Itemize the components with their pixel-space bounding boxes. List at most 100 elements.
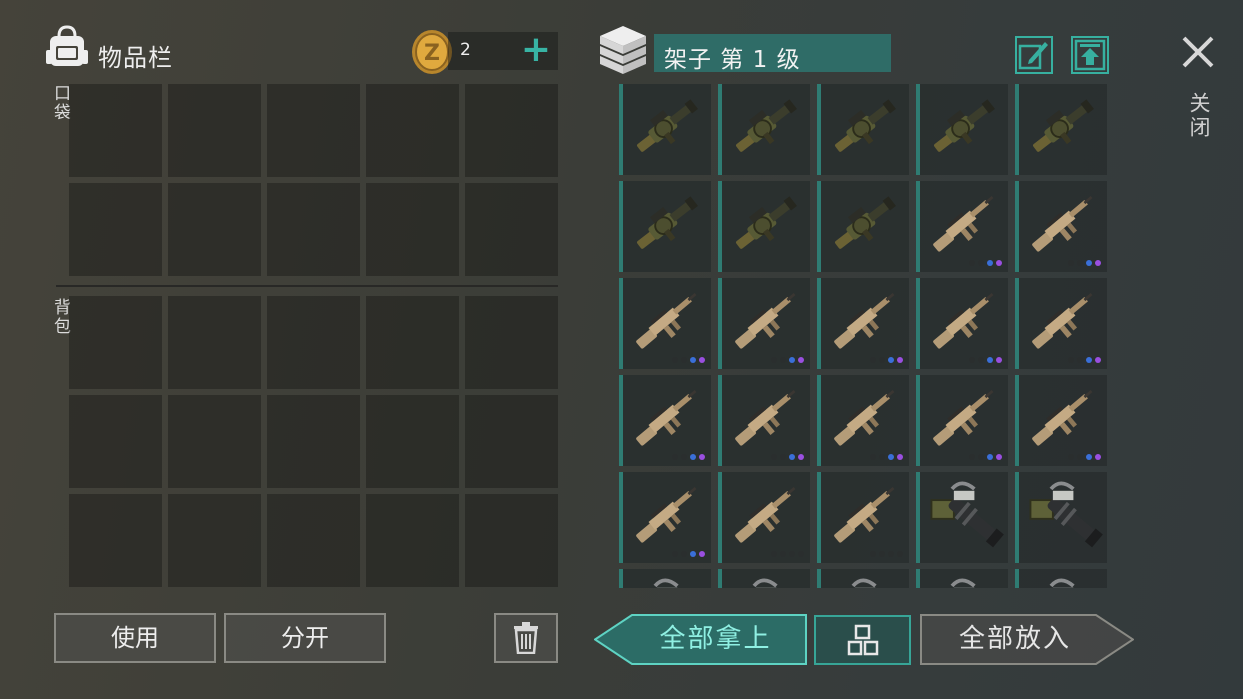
mod-dot [1068,260,1074,266]
trash-button[interactable] [494,613,558,663]
mod-dots [672,357,705,363]
container-slot[interactable] [619,181,711,272]
mod-dot [897,551,903,557]
pocket-slot[interactable] [366,84,459,177]
container-slot[interactable] [916,278,1008,369]
close-label[interactable]: 关闭 [1184,92,1214,140]
backpack-slot[interactable] [69,296,162,389]
container-slot[interactable] [619,278,711,369]
mod-dot [987,260,993,266]
mod-dots [870,551,903,557]
grenade-launcher-icon [835,99,896,152]
mod-dots [969,454,1002,460]
container-slot[interactable] [1015,375,1107,466]
mod-dot [879,551,885,557]
backpack-slot[interactable] [366,494,459,587]
container-slot[interactable] [817,181,909,272]
put-all-button[interactable]: 全部放入 [920,614,1134,665]
mod-dot [699,551,705,557]
container-slot[interactable] [817,375,909,466]
assault-rifle-icon [1032,195,1093,252]
container-slot[interactable] [1015,569,1107,588]
mod-dot [1077,357,1083,363]
pocket-slot[interactable] [267,183,360,276]
container-slot[interactable] [916,375,1008,466]
container-scroll-area[interactable] [619,84,1109,588]
container-slot[interactable] [718,181,810,272]
container-slot[interactable] [718,84,810,175]
container-slot[interactable] [916,472,1008,563]
backpack-slot[interactable] [366,296,459,389]
container-slot[interactable] [817,84,909,175]
container-slot[interactable] [718,375,810,466]
heavy-launcher-icon [851,578,877,588]
grid-view-button[interactable] [814,615,911,665]
pocket-slot[interactable] [465,84,558,177]
container-slot[interactable] [1015,181,1107,272]
heavy-launcher-icon [653,578,679,588]
backpack-slot[interactable] [366,395,459,488]
container-slot[interactable] [619,569,711,588]
container-slot[interactable] [817,278,909,369]
mod-dot [1077,260,1083,266]
mod-dot [699,454,705,460]
take-all-button[interactable]: 全部拿上 [594,614,807,665]
backpack-slot[interactable] [465,296,558,389]
pocket-slot[interactable] [267,84,360,177]
mod-dots [870,357,903,363]
mod-dot [870,454,876,460]
assault-rifle-icon [834,292,895,349]
container-slot[interactable] [1015,84,1107,175]
container-slot[interactable] [1015,472,1107,563]
grenade-launcher-icon [934,99,995,152]
mod-dot [798,357,804,363]
mod-dot [870,551,876,557]
pocket-slot[interactable] [465,183,558,276]
mod-dot [1095,357,1101,363]
assault-rifle-icon [735,292,796,349]
container-slot[interactable] [718,278,810,369]
container-slot[interactable] [916,569,1008,588]
container-slot[interactable] [619,472,711,563]
add-coins-button[interactable]: + [518,32,554,70]
container-slot[interactable] [619,84,711,175]
backpack-slot[interactable] [465,494,558,587]
mod-dot [969,357,975,363]
backpack-slot[interactable] [168,395,261,488]
grenade-launcher-icon [1033,99,1094,152]
pocket-slot[interactable] [168,84,261,177]
pocket-slot[interactable] [168,183,261,276]
container-slot[interactable] [817,472,909,563]
assault-rifle-icon [834,389,895,446]
backpack-icon [46,25,88,66]
mod-dot [798,551,804,557]
backpack-slot[interactable] [168,296,261,389]
pocket-slot[interactable] [69,84,162,177]
container-slot[interactable] [817,569,909,588]
split-button[interactable]: 分开 [224,613,386,663]
rename-button[interactable] [1015,36,1053,74]
pocket-slot[interactable] [366,183,459,276]
backpack-slot[interactable] [69,494,162,587]
mod-dots [771,454,804,460]
container-slot[interactable] [916,181,1008,272]
backpack-slot[interactable] [168,494,261,587]
grenade-launcher-icon [637,99,698,152]
container-slot[interactable] [718,472,810,563]
close-icon[interactable] [1178,32,1218,72]
backpack-slot[interactable] [69,395,162,488]
pocket-slot[interactable] [69,183,162,276]
container-slot[interactable] [619,375,711,466]
divider [56,285,558,287]
container-slot[interactable] [1015,278,1107,369]
backpack-slot[interactable] [267,494,360,587]
backpack-slot[interactable] [465,395,558,488]
container-slot[interactable] [718,569,810,588]
use-button[interactable]: 使用 [54,613,216,663]
upload-button[interactable] [1071,36,1109,74]
mod-dot [888,551,894,557]
mod-dot [690,357,696,363]
container-slot[interactable] [916,84,1008,175]
backpack-slot[interactable] [267,296,360,389]
backpack-slot[interactable] [267,395,360,488]
